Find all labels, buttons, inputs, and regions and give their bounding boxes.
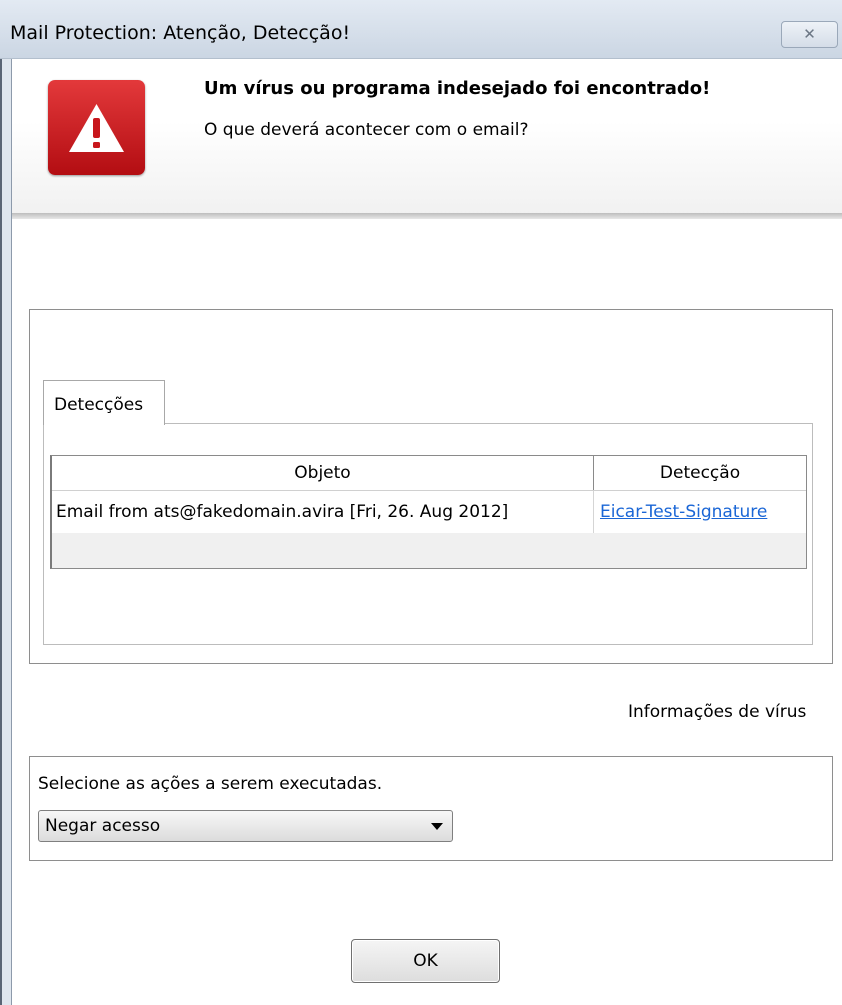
tab-label: Detecções bbox=[54, 395, 144, 415]
alert-header: Um vírus ou programa indesejado foi enco… bbox=[12, 59, 842, 215]
warning-icon bbox=[48, 80, 145, 175]
actions-group: Selecione as ações a serem executadas. N… bbox=[29, 756, 833, 861]
window-title: Mail Protection: Atenção, Detecção! bbox=[10, 22, 351, 44]
actions-label: Selecione as ações a serem executadas. bbox=[38, 774, 383, 794]
action-select[interactable]: Negar acesso bbox=[38, 810, 453, 842]
tab-deteccoes[interactable]: Detecções bbox=[43, 380, 165, 425]
column-divider bbox=[593, 491, 594, 533]
action-select-value: Negar acesso bbox=[45, 816, 161, 836]
table-row[interactable]: Email from ats@fakedomain.avira [Fri, 26… bbox=[52, 491, 806, 533]
title-bar[interactable]: Mail Protection: Atenção, Detecção! ✕ bbox=[0, 0, 842, 59]
ok-button[interactable]: OK bbox=[351, 939, 500, 983]
virus-info-label[interactable]: Informações de vírus bbox=[628, 702, 806, 722]
alert-subtitle: O que deverá acontecer com o email? bbox=[204, 120, 529, 140]
window-frame bbox=[0, 0, 12, 1005]
close-button[interactable]: ✕ bbox=[781, 21, 838, 48]
close-icon: ✕ bbox=[803, 25, 816, 43]
object-cell: Email from ats@fakedomain.avira [Fri, 26… bbox=[56, 502, 509, 522]
dropdown-arrow-icon bbox=[431, 823, 443, 830]
header-divider bbox=[12, 213, 842, 219]
alert-title: Um vírus ou programa indesejado foi enco… bbox=[204, 78, 711, 99]
detection-link[interactable]: Eicar-Test-Signature bbox=[600, 491, 767, 533]
detections-table: Objeto Detecção Email from ats@fakedomai… bbox=[50, 455, 807, 569]
table-header: Objeto Detecção bbox=[52, 456, 806, 491]
column-header-objeto[interactable]: Objeto bbox=[52, 456, 594, 490]
column-header-deteccao[interactable]: Detecção bbox=[594, 456, 806, 490]
